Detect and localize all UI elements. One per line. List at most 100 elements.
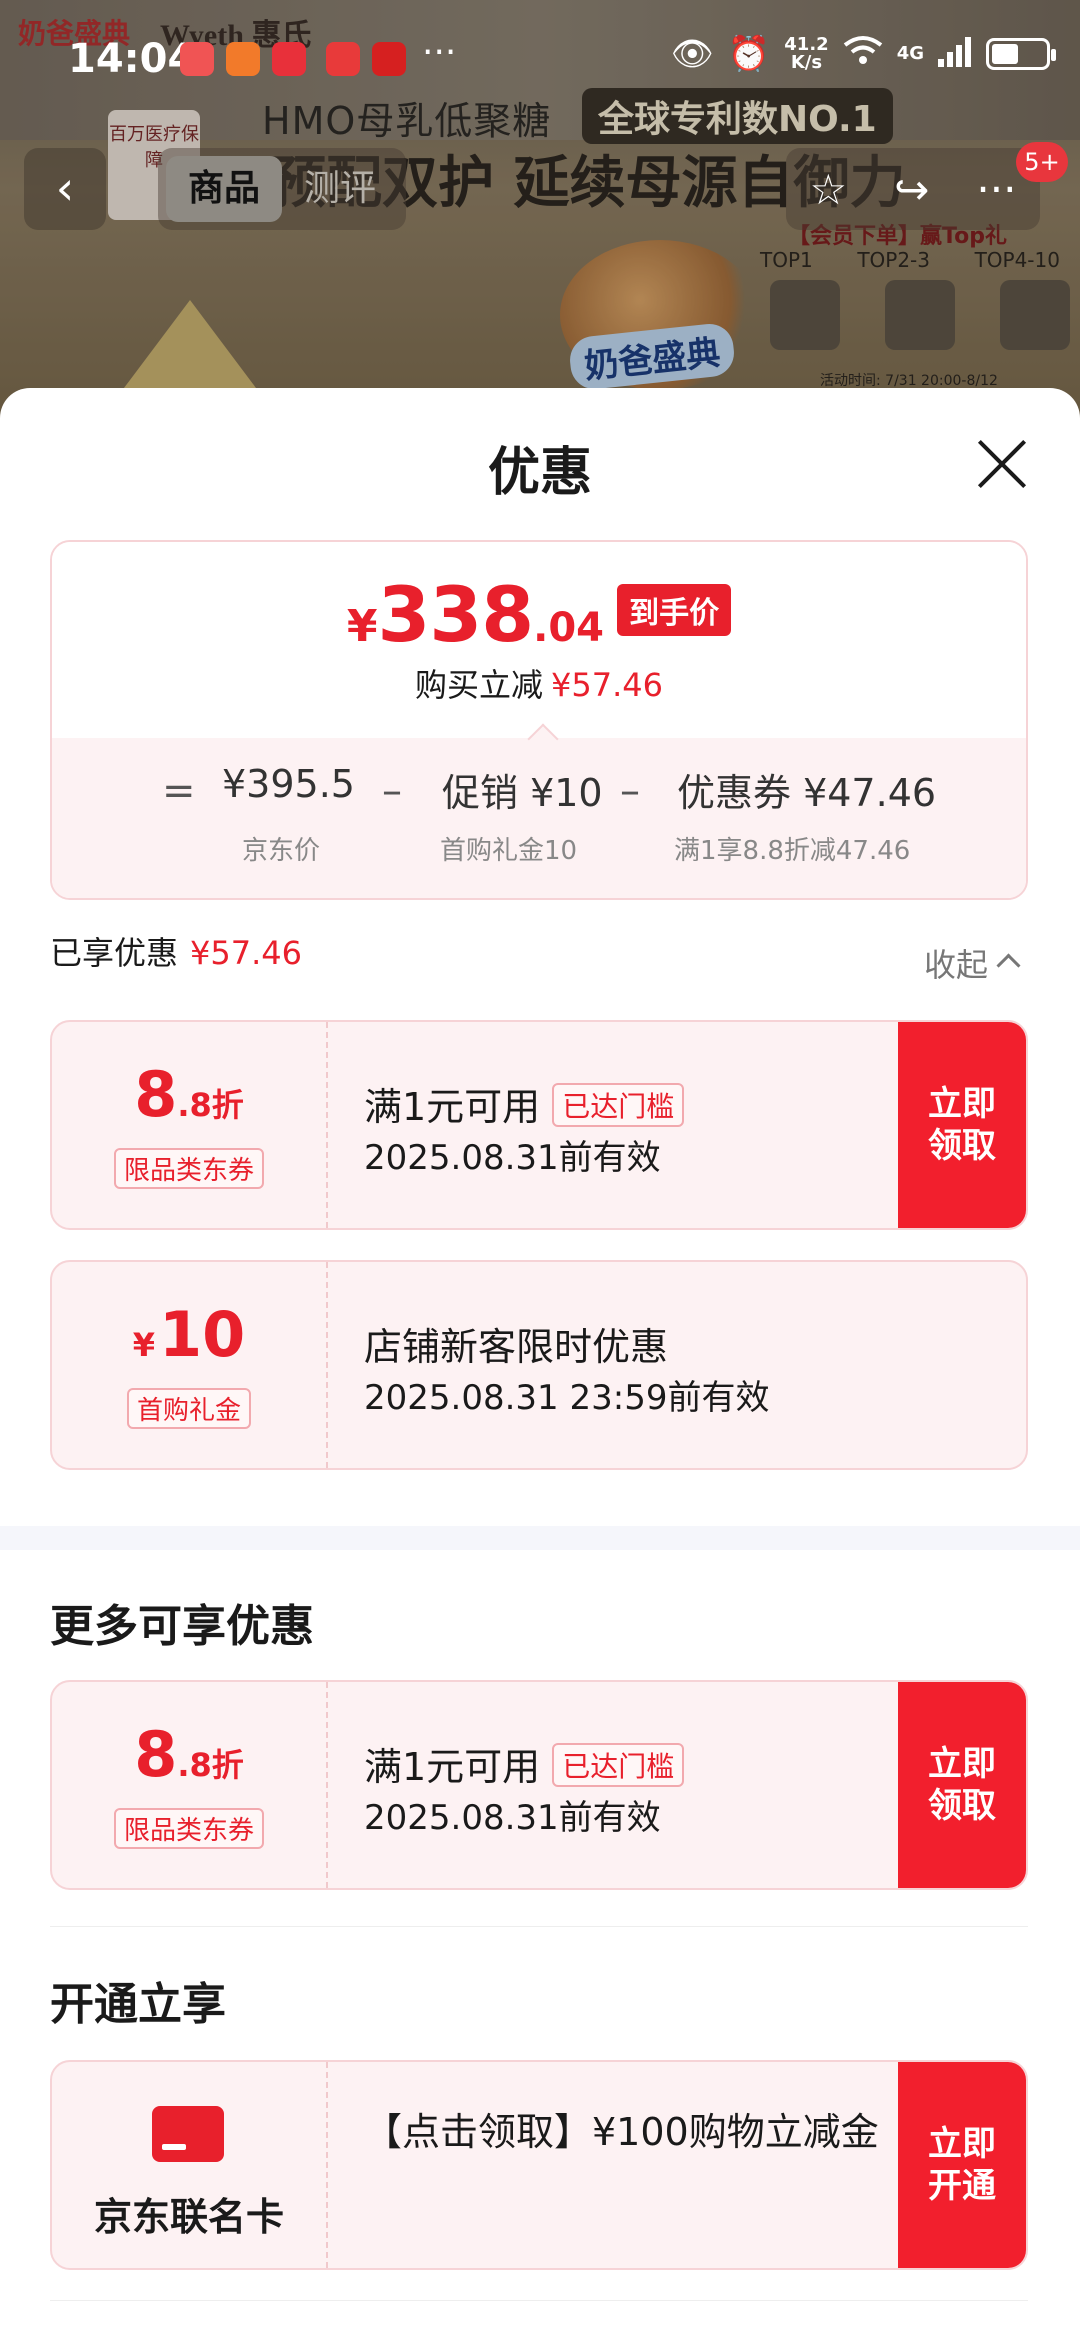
- price-breakdown: = ¥395.5 京东价 – 促销 ¥10 首购礼金10 – 优惠券 ¥47.4…: [52, 738, 1026, 898]
- coupon-condition: 满1元可用 已达门槛: [364, 1736, 685, 1791]
- coupon-type-tag: 首购礼金: [126, 1388, 252, 1429]
- coupon-condition: 店铺新客限时优惠: [364, 1325, 669, 1369]
- price-integer: 338: [377, 570, 535, 659]
- coupon-value-main: 8: [134, 1718, 178, 1791]
- app-notification-icon: [326, 42, 360, 76]
- instant-discount: 购买立减 ¥57.46: [52, 660, 1026, 706]
- collapse-button[interactable]: 收起: [924, 940, 1021, 986]
- enjoyed-label: 已享优惠: [50, 934, 179, 972]
- instant-discount-label: 购买立减: [415, 666, 544, 704]
- favorite-star-icon[interactable]: ☆: [810, 165, 848, 214]
- coupon-value-main: 8: [134, 1058, 178, 1131]
- coupon-divider: [326, 2062, 328, 2268]
- sheet-title: 优惠: [487, 443, 592, 503]
- coupon-condition-text: 满1元可用: [364, 1745, 541, 1789]
- enjoyed-discount: 已享优惠 ¥57.46: [50, 928, 302, 974]
- price-summary-card: ¥338.04 到手价 购买立减 ¥57.46 = ¥395.5 京东价 – 促销…: [50, 540, 1028, 900]
- coupon-amount: 优惠券 ¥47.46: [677, 771, 937, 815]
- chevron-up-icon: [996, 953, 1021, 978]
- eye-icon: 👁: [670, 34, 714, 74]
- coupon-divider: [326, 1262, 328, 1468]
- discount-sheet: 优惠 ¥338.04 到手价 购买立减 ¥57.46 = ¥395.5 京东价 –…: [0, 388, 1080, 2340]
- coupon-card: 8.8折 限品类东券 满1元可用 已达门槛 2025.08.31前有效 立即 领取: [50, 1680, 1028, 1890]
- open-benefits-title: 开通立享: [50, 1979, 226, 2030]
- cobrand-card-offer: 京东联名卡 【点击领取】¥100购物立减金 立即 开通: [50, 2060, 1028, 2270]
- jd-price-label: 京东价: [242, 836, 321, 866]
- claim-coupon-button[interactable]: 立即 领取: [898, 1022, 1026, 1228]
- coupon-condition-text: 满1元可用: [364, 1085, 541, 1129]
- network-type: 4G: [896, 43, 924, 64]
- coupon-currency: ¥: [132, 1326, 155, 1364]
- cobrand-card-name: 京东联名卡: [93, 2195, 284, 2239]
- credit-card-icon: [152, 2106, 224, 2162]
- coupon-value-area: 8.8折 限品类东券: [52, 1682, 326, 1888]
- app-notification-icon: [226, 42, 260, 76]
- promo-amount: 促销 ¥10: [442, 771, 603, 815]
- battery-level: [992, 44, 1018, 64]
- promo-label: 首购礼金10: [440, 836, 578, 866]
- coupon-condition: 满1元可用 已达门槛: [364, 1076, 685, 1131]
- section-gap: [0, 1526, 1080, 1550]
- cobrand-card-area: 京东联名卡: [52, 2062, 326, 2268]
- price-summary-top: ¥338.04 到手价 购买立减 ¥57.46: [52, 542, 1026, 738]
- final-price: ¥338.04 到手价: [52, 570, 1026, 659]
- coupon-value-area: 8.8折 限品类东券: [52, 1022, 326, 1228]
- wifi-icon: [843, 34, 883, 74]
- coupon-type-tag: 限品类东券: [113, 1148, 265, 1189]
- cobrand-card-offer-text: 【点击领取】¥100购物立减金: [364, 2110, 879, 2154]
- coupon-value: 8.8折: [52, 1058, 326, 1131]
- claim-coupon-button[interactable]: 立即 领取: [898, 1682, 1026, 1888]
- more-notifications-icon: ···: [422, 32, 457, 73]
- open-card-button[interactable]: 立即 开通: [898, 2062, 1026, 2268]
- signal-icon: [938, 37, 972, 71]
- message-count-badge: 5+: [1016, 142, 1068, 182]
- coupon-value-sub: .8折: [177, 1086, 244, 1124]
- coupon-value-sub: .8折: [177, 1746, 244, 1784]
- final-price-tag: 到手价: [617, 584, 732, 636]
- clock: 14:04: [68, 36, 196, 82]
- coupon-divider: [326, 1022, 328, 1228]
- more-menu-icon[interactable]: ···: [976, 165, 1016, 214]
- coupon-type-tag: 限品类东券: [113, 1808, 265, 1849]
- coupon-expiry: 2025.08.31 23:59前有效: [364, 1378, 770, 1418]
- minus-sign: –: [382, 768, 402, 814]
- app-notification-icon: [272, 42, 306, 76]
- close-icon[interactable]: [972, 434, 1032, 494]
- equals-sign: =: [162, 768, 196, 814]
- product-tabs: 商品 测评: [158, 148, 406, 230]
- divider: [50, 2300, 1028, 2301]
- threshold-reached-badge: 已达门槛: [552, 1083, 685, 1127]
- coupon-value: 8.8折: [52, 1718, 326, 1791]
- coupon-card: 8.8折 限品类东券 满1元可用 已达门槛 2025.08.31前有效 立即 领取: [50, 1020, 1028, 1230]
- coupon-label: 满1享8.8折减47.46: [674, 836, 911, 866]
- divider: [50, 1926, 1028, 1927]
- coupon-value: ¥10: [52, 1298, 326, 1371]
- jd-price: ¥395.5: [222, 762, 355, 806]
- network-speed: 41.2 K/s: [784, 36, 828, 72]
- coupon-card: ¥10 首购礼金 店铺新客限时优惠 2025.08.31 23:59前有效: [50, 1260, 1028, 1470]
- threshold-reached-badge: 已达门槛: [552, 1743, 685, 1787]
- coupon-expiry: 2025.08.31前有效: [364, 1798, 661, 1838]
- back-button[interactable]: ‹: [24, 148, 106, 230]
- minus-sign: –: [620, 768, 640, 814]
- coupon-value-main: 10: [158, 1298, 246, 1371]
- tab-review[interactable]: 测评: [282, 156, 398, 222]
- alarm-icon: ⏰: [727, 34, 771, 74]
- coupon-value-area: ¥10 首购礼金: [52, 1262, 326, 1468]
- app-notification-icon: [180, 42, 214, 76]
- enjoyed-value: ¥57.46: [190, 934, 302, 972]
- speed-unit: K/s: [790, 52, 823, 73]
- app-notification-icon: [372, 42, 406, 76]
- price-decimal: .04: [533, 605, 605, 651]
- nav-actions: ☆ ↪ ···: [786, 148, 1040, 230]
- more-discounts-title: 更多可享优惠: [50, 1601, 314, 1652]
- status-bar: 14:04 ··· 👁 ⏰ 41.2 K/s 4G: [0, 28, 1080, 88]
- tab-product[interactable]: 商品: [166, 156, 283, 222]
- coupon-divider: [326, 1682, 328, 1888]
- battery-icon: [986, 38, 1056, 70]
- coupon-expiry: 2025.08.31前有效: [364, 1138, 661, 1178]
- share-icon[interactable]: ↪: [894, 165, 929, 214]
- collapse-label: 收起: [924, 946, 989, 984]
- instant-discount-value: ¥57.46: [551, 666, 663, 704]
- price-currency: ¥: [346, 601, 378, 652]
